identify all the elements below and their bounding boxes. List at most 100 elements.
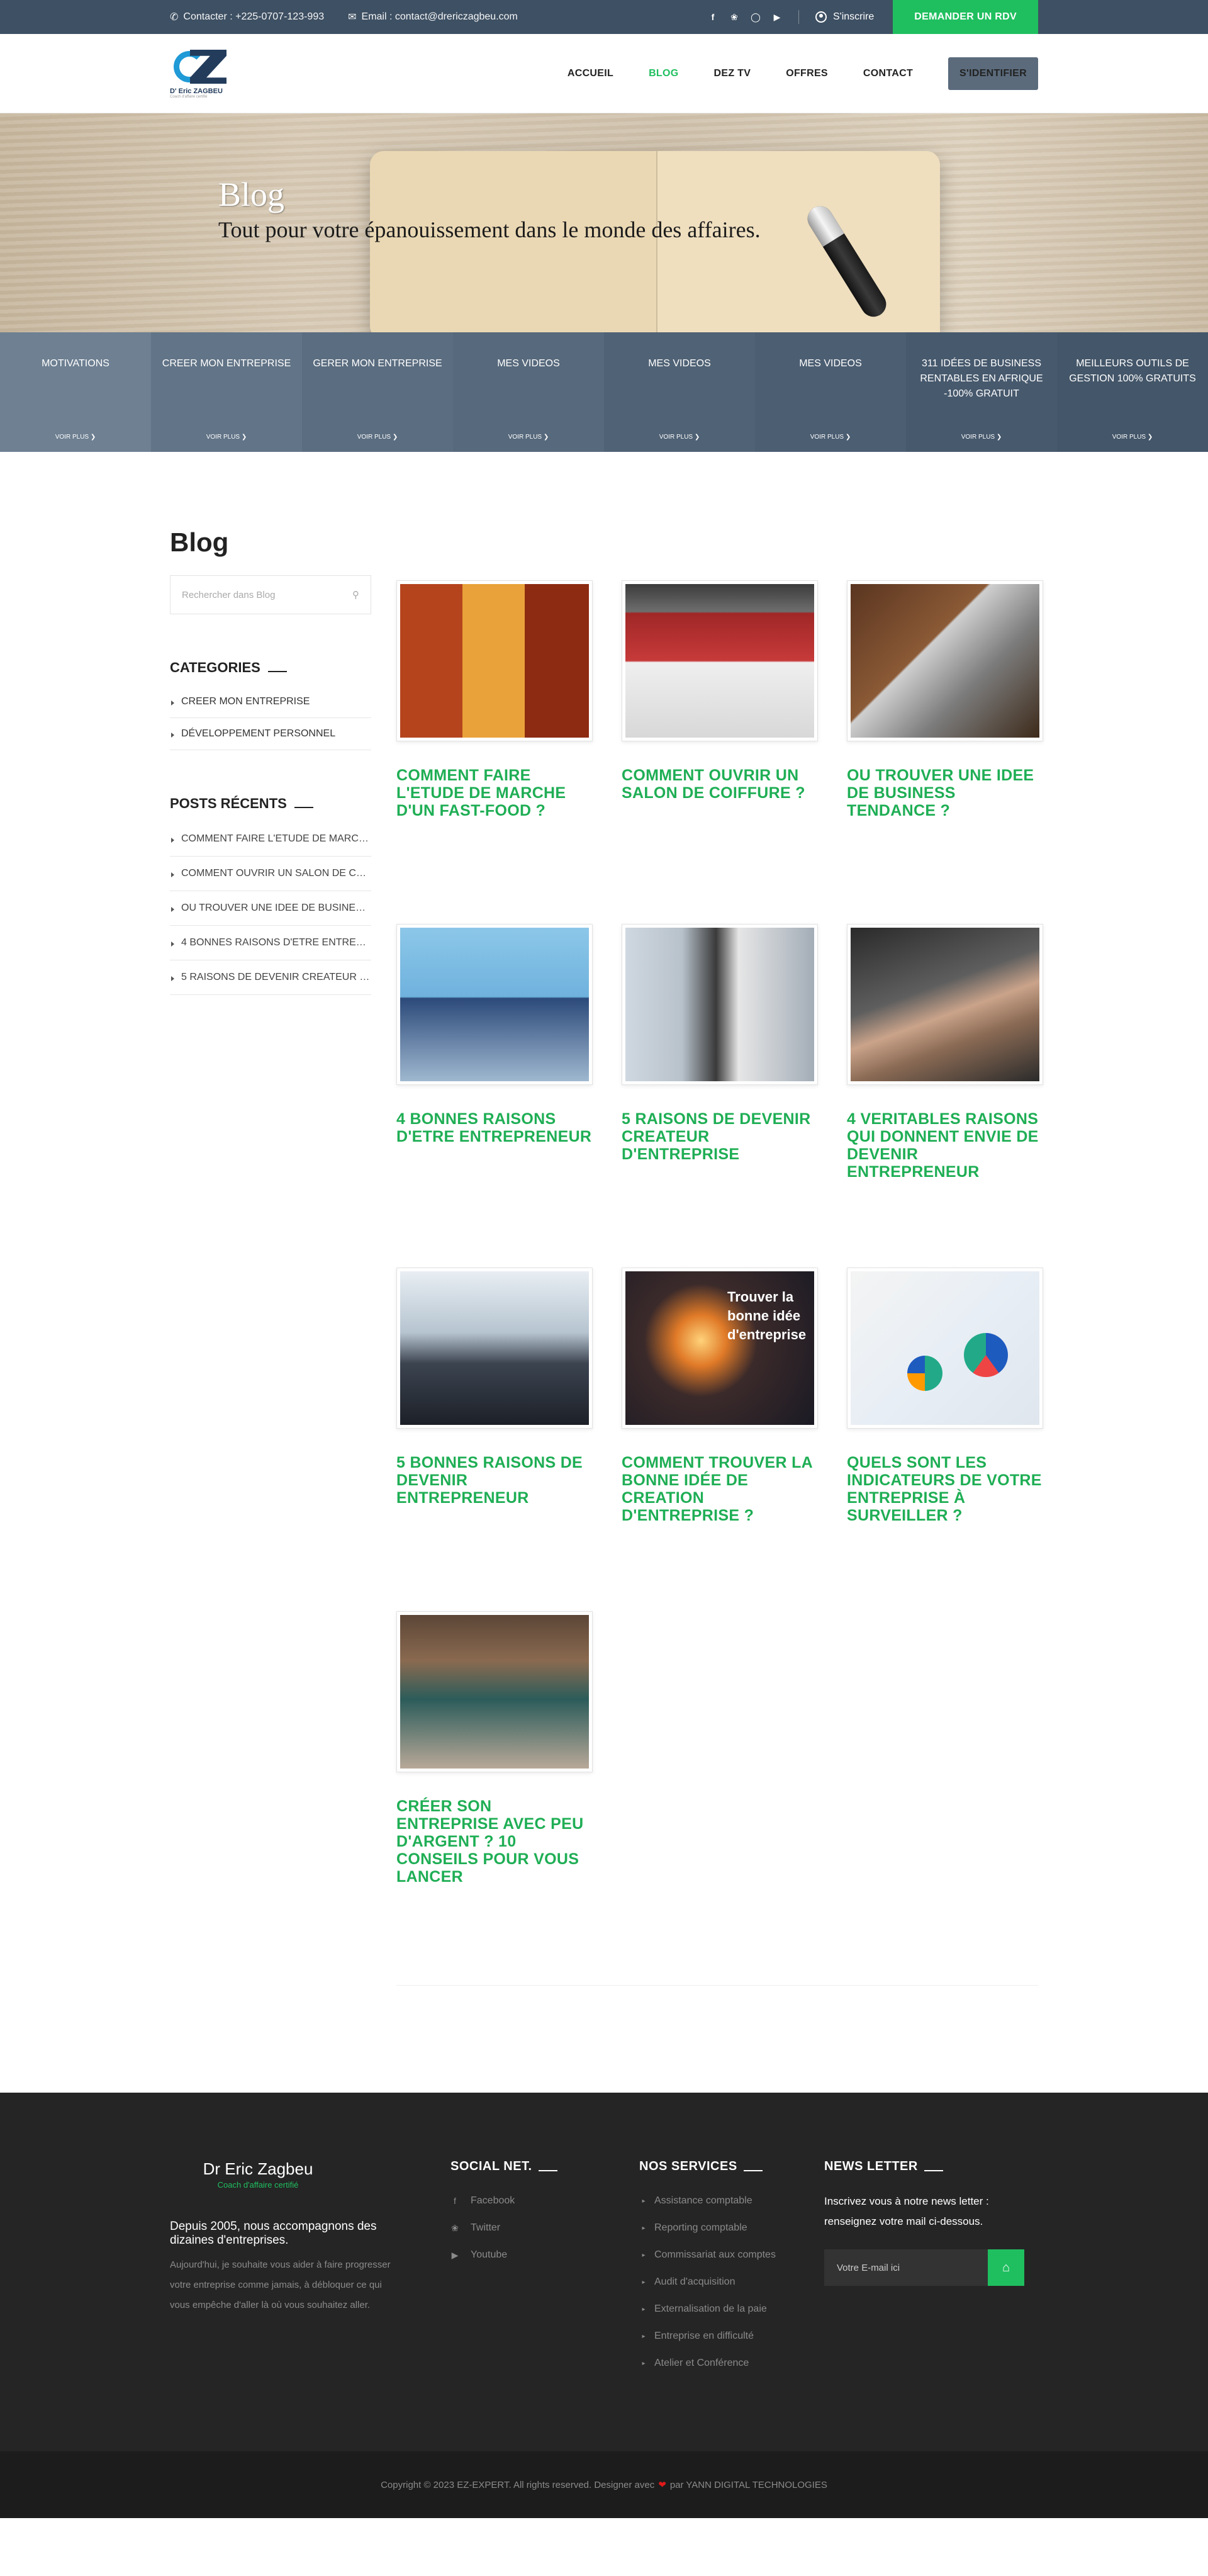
recent-post-link[interactable]: COMMENT FAIRE L'ETUDE DE MARCHE D'UN FAS…	[170, 822, 371, 857]
post-title[interactable]: 5 BONNES RAISONS DE DEVENIR ENTREPRENEUR	[396, 1454, 593, 1507]
service-link[interactable]: ▸ Audit d'acquisition	[639, 2276, 824, 2288]
request-appointment-button[interactable]: DEMANDER UN RDV	[893, 0, 1038, 34]
post-title[interactable]: COMMENT OUVRIR UN SALON DE COIFFURE ?	[622, 767, 818, 802]
youtube-icon[interactable]: ▶	[772, 12, 782, 22]
post-title[interactable]: COMMENT TROUVER LA BONNE IDÉE DE CREATIO…	[622, 1454, 818, 1524]
newsletter-email-input[interactable]: Votre E-mail ici	[824, 2249, 988, 2286]
footer-tagline: Depuis 2005, nous accompagnons des dizai…	[170, 2220, 377, 2247]
service-link[interactable]: ▸ Entreprise en difficulté	[639, 2331, 824, 2342]
facebook-icon: f	[454, 2196, 456, 2206]
category-tile[interactable]: MEILLEURS OUTILS DE GESTION 100% GRATUIT…	[1057, 332, 1208, 452]
see-more-link[interactable]: VOIR PLUS ❯	[755, 434, 906, 441]
post-thumbnail[interactable]	[396, 1611, 593, 1772]
category-tile[interactable]: MOTIVATIONS VOIR PLUS ❯	[0, 332, 151, 452]
contact-email[interactable]: ✉ Email : contact@drericzagbeu.com	[348, 11, 518, 23]
phone-icon: ✆	[170, 12, 179, 23]
see-more-link[interactable]: VOIR PLUS ❯	[151, 434, 302, 441]
see-more-link[interactable]: VOIR PLUS ❯	[302, 434, 453, 441]
post-thumbnail[interactable]	[847, 580, 1043, 741]
post-title[interactable]: CRÉER SON ENTREPRISE AVEC PEU D'ARGENT ?…	[396, 1797, 593, 1886]
category-tile[interactable]: GERER MON ENTREPRISE VOIR PLUS ❯	[302, 332, 453, 452]
contact-phone[interactable]: ✆ Contacter : +225-0707-123-993	[170, 11, 324, 23]
nav-contact[interactable]: CONTACT	[863, 68, 913, 79]
footer-twitter-link[interactable]: ❀ Twitter	[450, 2222, 639, 2234]
sidebar: Blog Rechercher dans Blog ⚲ CATEGORIES C…	[170, 527, 371, 1955]
see-more-link[interactable]: VOIR PLUS ❯	[453, 434, 604, 441]
search-input[interactable]: Rechercher dans Blog ⚲	[170, 575, 371, 614]
contact-email-label: Email : contact@drericzagbeu.com	[361, 11, 518, 22]
post-card[interactable]: 5 BONNES RAISONS DE DEVENIR ENTREPRENEUR	[396, 1268, 593, 1611]
chevron-right-icon: ▸	[642, 2251, 646, 2259]
nav-blog[interactable]: BLOG	[649, 68, 678, 79]
signup-link[interactable]: S'inscrire	[799, 11, 893, 23]
see-more-link[interactable]: VOIR PLUS ❯	[906, 434, 1057, 441]
post-title[interactable]: QUELS SONT LES INDICATEURS DE VOTRE ENTR…	[847, 1454, 1043, 1524]
see-more-link[interactable]: VOIR PLUS ❯	[1057, 434, 1208, 441]
post-card[interactable]: CRÉER SON ENTREPRISE AVEC PEU D'ARGENT ?…	[396, 1611, 593, 1955]
nav-offres[interactable]: OFFRES	[786, 68, 828, 79]
post-thumbnail[interactable]: Trouver la bonne idée d'entreprise	[622, 1268, 818, 1429]
envelope-icon: ✉	[348, 12, 357, 23]
service-link[interactable]: ▸ Commissariat aux comptes	[639, 2249, 824, 2261]
footer-description: Aujourd'hui, je souhaite vous aider à fa…	[170, 2259, 391, 2310]
post-thumbnail[interactable]	[396, 580, 593, 741]
post-thumbnail[interactable]	[847, 924, 1043, 1085]
recent-post-link[interactable]: COMMENT OUVRIR UN SALON DE COIFFURE ?	[170, 857, 371, 891]
category-tile[interactable]: 311 IDÉES DE BUSINESS RENTABLES EN AFRIQ…	[906, 332, 1057, 452]
newsletter-submit-button[interactable]: ⌂	[988, 2249, 1024, 2286]
site-logo[interactable]: D' Eric ZAGBEU Coach d'affaire certifié	[170, 48, 258, 99]
twitter-icon: ❀	[451, 2222, 459, 2233]
chevron-right-icon: ❯	[1147, 434, 1153, 441]
post-title[interactable]: 4 VERITABLES RAISONS QUI DONNENT ENVIE D…	[847, 1110, 1043, 1181]
footer-facebook-link[interactable]: f Facebook	[450, 2195, 639, 2207]
category-link[interactable]: CREER MON ENTREPRISE	[170, 686, 371, 718]
service-link[interactable]: ▸ Externalisation de la paie	[639, 2303, 824, 2315]
category-tile[interactable]: MES VIDEOS VOIR PLUS ❯	[604, 332, 755, 452]
signup-label: S'inscrire	[832, 11, 875, 22]
post-title[interactable]: COMMENT FAIRE L'ETUDE DE MARCHE D'UN FAS…	[396, 767, 593, 819]
footer-youtube-link[interactable]: ▶ Youtube	[450, 2249, 639, 2261]
nav-dez-tv[interactable]: DEZ TV	[714, 68, 751, 79]
post-thumbnail[interactable]	[396, 924, 593, 1085]
nav-accueil[interactable]: ACCUEIL	[568, 68, 613, 79]
post-card[interactable]: Trouver la bonne idée d'entreprise COMME…	[622, 1268, 818, 1611]
login-button[interactable]: S'IDENTIFIER	[948, 57, 1038, 90]
service-link[interactable]: ▸ Assistance comptable	[639, 2195, 824, 2207]
twitter-icon[interactable]: ❀	[729, 12, 739, 22]
copyright-credit[interactable]: par YANN DIGITAL TECHNOLOGIES	[670, 2480, 827, 2490]
post-thumbnail[interactable]	[622, 580, 818, 741]
recent-posts-heading: POSTS RÉCENTS	[170, 796, 371, 812]
recent-post-link[interactable]: 5 RAISONS DE DEVENIR CREATEUR D'ENTREPRI…	[170, 960, 371, 995]
youtube-icon: ▶	[451, 2249, 459, 2260]
service-link[interactable]: ▸ Atelier et Conférence	[639, 2358, 824, 2369]
post-card[interactable]: OU TROUVER UNE IDEE DE BUSINESS TENDANCE…	[847, 580, 1043, 924]
search-icon[interactable]: ⚲	[352, 589, 359, 600]
post-card[interactable]: 4 BONNES RAISONS D'ETRE ENTREPRENEUR	[396, 924, 593, 1268]
see-more-link[interactable]: VOIR PLUS ❯	[0, 434, 151, 441]
recent-post-link[interactable]: OU TROUVER UNE IDEE DE BUSINESS TENDANCE…	[170, 891, 371, 926]
category-tile[interactable]: CREER MON ENTREPRISE VOIR PLUS ❯	[151, 332, 302, 452]
post-card[interactable]: 4 VERITABLES RAISONS QUI DONNENT ENVIE D…	[847, 924, 1043, 1268]
see-more-link[interactable]: VOIR PLUS ❯	[604, 434, 755, 441]
heart-icon: ❤	[658, 2480, 666, 2490]
post-title[interactable]: OU TROUVER UNE IDEE DE BUSINESS TENDANCE…	[847, 767, 1043, 819]
post-title[interactable]: 5 RAISONS DE DEVENIR CREATEUR D'ENTREPRI…	[622, 1110, 818, 1163]
post-card[interactable]: 5 RAISONS DE DEVENIR CREATEUR D'ENTREPRI…	[622, 924, 818, 1268]
instagram-icon[interactable]: ◯	[751, 12, 761, 22]
post-thumbnail[interactable]	[847, 1268, 1043, 1429]
footer-social-list: f Facebook ❀ Twitter ▶ Youtube	[450, 2195, 639, 2261]
recent-post-link[interactable]: 4 BONNES RAISONS D'ETRE ENTREPRENEUR	[170, 926, 371, 960]
facebook-icon[interactable]: f	[708, 12, 718, 22]
category-tile-label: CREER MON ENTREPRISE	[162, 358, 291, 369]
post-card[interactable]: COMMENT FAIRE L'ETUDE DE MARCHE D'UN FAS…	[396, 580, 593, 924]
post-card[interactable]: COMMENT OUVRIR UN SALON DE COIFFURE ?	[622, 580, 818, 924]
category-tile[interactable]: MES VIDEOS VOIR PLUS ❯	[453, 332, 604, 452]
post-card[interactable]: QUELS SONT LES INDICATEURS DE VOTRE ENTR…	[847, 1268, 1043, 1611]
post-thumbnail[interactable]	[622, 924, 818, 1085]
category-link[interactable]: DÉVELOPPEMENT PERSONNEL	[170, 718, 371, 750]
post-title[interactable]: 4 BONNES RAISONS D'ETRE ENTREPRENEUR	[396, 1110, 593, 1145]
service-link[interactable]: ▸ Reporting comptable	[639, 2222, 824, 2234]
home-icon: ⌂	[1002, 2260, 1010, 2275]
post-thumbnail[interactable]	[396, 1268, 593, 1429]
category-tile[interactable]: MES VIDEOS VOIR PLUS ❯	[755, 332, 906, 452]
